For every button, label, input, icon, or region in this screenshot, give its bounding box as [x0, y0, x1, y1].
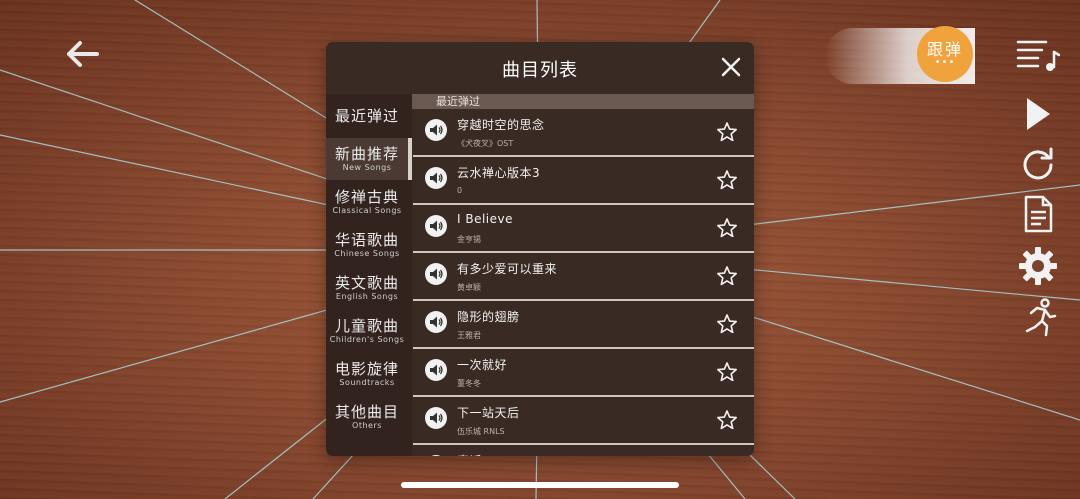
gear-icon — [1019, 247, 1057, 285]
sheet-music-button[interactable] — [1016, 194, 1060, 234]
category-label: 儿童歌曲 — [334, 317, 399, 335]
song-artist: 0 — [457, 186, 463, 195]
category-label: 英文歌曲 — [334, 274, 399, 292]
replay-button[interactable] — [1016, 144, 1060, 184]
speaker-icon — [430, 268, 443, 280]
category-label: 最近弹过 — [334, 107, 399, 125]
category-sublabel: Chinese Songs — [334, 249, 400, 258]
song-row[interactable]: 云水禅心版本3 0 — [413, 158, 754, 205]
star-icon[interactable] — [716, 313, 738, 335]
song-artist: 王雅君 — [457, 331, 481, 340]
category-label: 修禅古典 — [334, 188, 399, 206]
category-soundtracks[interactable]: 电影旋律 Soundtracks — [326, 353, 408, 395]
preview-button[interactable] — [425, 167, 447, 189]
song-row[interactable]: 隐形的翅膀 王雅君 — [413, 302, 754, 349]
dialog-header: 曲目列表 — [326, 42, 754, 94]
category-recent[interactable]: 最近弹过 — [326, 95, 408, 137]
song-artist: 《犬夜叉》OST — [457, 139, 514, 148]
category-sublabel: New Songs — [342, 163, 392, 172]
star-icon[interactable] — [716, 217, 738, 239]
category-label: 电影旋律 — [334, 360, 399, 378]
song-title: I Believe — [457, 212, 514, 226]
song-list-dialog: 曲目列表 最近弹过 新曲推荐 New Songs 修禅古典 Classical … — [326, 42, 754, 456]
song-title: 童话 — [457, 452, 482, 456]
song-row[interactable]: 童话 — [413, 446, 754, 456]
follow-play-button[interactable]: 跟弹 ••• — [917, 26, 973, 82]
preview-button[interactable] — [425, 407, 447, 429]
category-chinese[interactable]: 华语歌曲 Chinese Songs — [326, 224, 408, 266]
song-artist: 伍乐城 RNLS — [457, 427, 505, 436]
replay-icon — [1023, 147, 1053, 180]
category-label: 其他曲目 — [334, 403, 399, 421]
category-classical[interactable]: 修禅古典 Classical Songs — [326, 181, 408, 223]
preview-button[interactable] — [425, 119, 447, 141]
category-label: 华语歌曲 — [334, 231, 399, 249]
song-title: 隐形的翅膀 — [457, 310, 520, 324]
speaker-icon — [430, 316, 443, 328]
song-title: 穿越时空的思念 — [457, 118, 545, 132]
category-label: 新曲推荐 — [334, 145, 399, 163]
star-icon[interactable] — [716, 361, 738, 383]
song-row[interactable]: I Believe 金亨锡 — [413, 206, 754, 253]
song-row[interactable]: 穿越时空的思念 《犬夜叉》OST — [413, 110, 754, 157]
song-title: 有多少爱可以重来 — [457, 262, 558, 276]
follow-play-dots: ••• — [934, 57, 956, 68]
category-sublabel: Classical Songs — [332, 206, 402, 215]
song-title: 云水禅心版本3 — [457, 166, 541, 180]
category-english[interactable]: 英文歌曲 English Songs — [326, 267, 408, 309]
star-icon[interactable] — [716, 121, 738, 143]
play-icon — [1027, 98, 1050, 130]
category-sublabel: Soundtracks — [339, 378, 395, 387]
star-icon[interactable] — [716, 169, 738, 191]
settings-button[interactable] — [1016, 246, 1060, 286]
category-sublabel: Children's Songs — [329, 335, 405, 344]
back-arrow-icon — [67, 41, 99, 67]
sheet-icon — [1024, 195, 1053, 233]
practice-mode-button[interactable] — [1016, 297, 1060, 337]
song-list[interactable]: 最近弹过 穿越时空的思念 《犬夜叉》OST 云水禅心版本3 0 I Believ… — [412, 94, 754, 456]
home-indicator[interactable] — [401, 482, 679, 488]
song-title: 一次就好 — [457, 358, 508, 372]
category-children[interactable]: 儿童歌曲 Children's Songs — [326, 310, 408, 352]
category-sublabel: Others — [352, 421, 382, 430]
preview-button[interactable] — [425, 311, 447, 333]
song-artist: 金亨锡 — [457, 235, 481, 244]
song-row[interactable]: 有多少爱可以重来 黄卓颖 — [413, 254, 754, 301]
back-button[interactable] — [60, 34, 106, 74]
speaker-icon — [430, 220, 443, 232]
category-others[interactable]: 其他曲目 Others — [326, 396, 408, 438]
playlist-icon — [1016, 40, 1060, 71]
category-sidebar: 最近弹过 新曲推荐 New Songs 修禅古典 Classical Songs… — [326, 94, 412, 456]
speaker-icon — [430, 124, 443, 136]
runner-icon — [1025, 298, 1057, 337]
preview-button[interactable] — [425, 215, 447, 237]
preview-button[interactable] — [425, 263, 447, 285]
play-button[interactable] — [1016, 94, 1060, 134]
speaker-icon — [430, 172, 443, 184]
playlist-button[interactable] — [1016, 34, 1060, 74]
category-new-songs[interactable]: 新曲推荐 New Songs — [326, 138, 412, 180]
song-row[interactable]: 一次就好 董冬冬 — [413, 350, 754, 397]
star-icon[interactable] — [716, 409, 738, 431]
close-button[interactable] — [718, 54, 744, 80]
close-icon — [721, 57, 741, 77]
speaker-icon — [430, 364, 443, 376]
song-artist: 董冬冬 — [457, 379, 481, 388]
song-row[interactable]: 下一站天后 伍乐城 RNLS — [413, 398, 754, 445]
star-icon[interactable] — [716, 265, 738, 287]
preview-button[interactable] — [425, 455, 447, 456]
category-sublabel: English Songs — [335, 292, 399, 301]
preview-button[interactable] — [425, 359, 447, 381]
speaker-icon — [430, 412, 443, 424]
song-title: 下一站天后 — [457, 406, 520, 420]
dialog-title: 曲目列表 — [502, 60, 578, 81]
section-header: 最近弹过 — [412, 94, 754, 109]
song-artist: 黄卓颖 — [457, 283, 481, 292]
